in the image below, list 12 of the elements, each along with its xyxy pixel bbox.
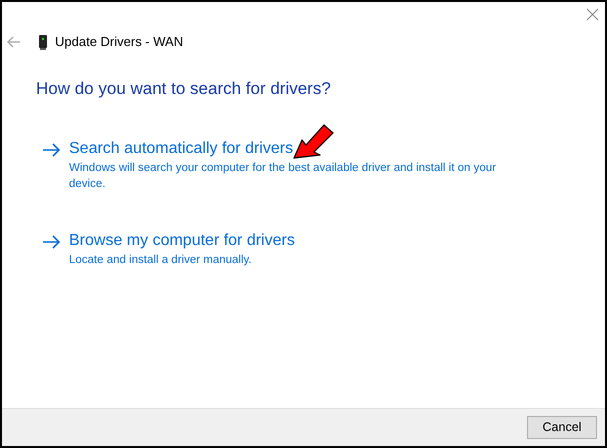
arrow-icon (42, 142, 61, 156)
back-arrow-icon[interactable] (7, 36, 21, 48)
arrow-icon (42, 234, 61, 248)
window-title: Update Drivers - WAN (55, 33, 184, 52)
option-link[interactable]: Search automatically for drivers (69, 138, 509, 160)
option-link[interactable]: Browse my computer for drivers (69, 230, 509, 252)
device-icon (39, 34, 47, 50)
close-icon[interactable] (586, 8, 599, 21)
dialog-heading: How do you want to search for drivers? (36, 78, 332, 100)
cancel-button[interactable]: Cancel (527, 416, 597, 439)
option-description: Locate and install a driver manually. (69, 252, 253, 268)
option-description: Windows will search your computer for the best available driver and install it on your device. (69, 160, 497, 192)
